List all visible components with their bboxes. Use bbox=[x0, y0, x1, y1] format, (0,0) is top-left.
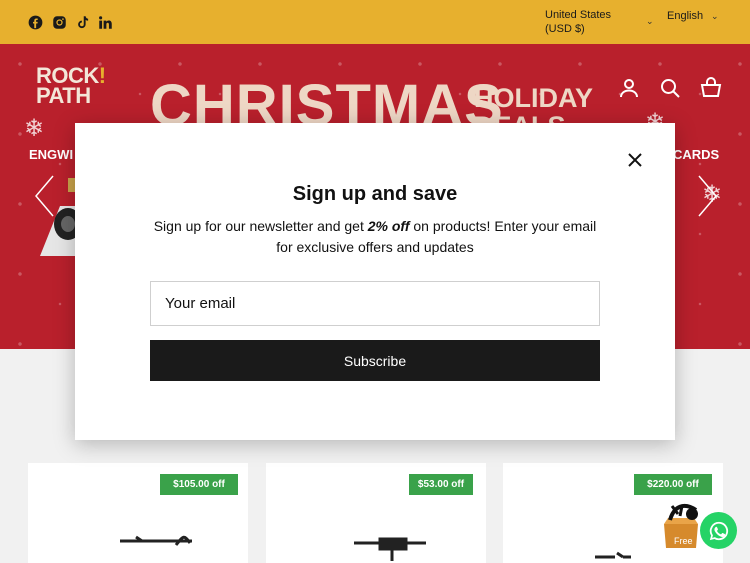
snowflake-icon: ❄ bbox=[24, 115, 45, 142]
modal-description: Sign up for our newsletter and get 2% of… bbox=[145, 216, 605, 258]
country-selector[interactable]: United States (USD $) bbox=[545, 8, 611, 36]
carousel-prev-arrow[interactable] bbox=[33, 174, 57, 218]
facebook-icon[interactable] bbox=[27, 14, 43, 30]
modal-discount-text: 2% off bbox=[367, 218, 410, 234]
linkedin-icon[interactable] bbox=[97, 14, 113, 30]
discount-badge: $220.00 off bbox=[634, 474, 712, 495]
whatsapp-icon bbox=[709, 521, 728, 540]
language-selector[interactable]: English bbox=[667, 10, 703, 22]
instagram-icon[interactable] bbox=[51, 14, 67, 30]
newsletter-modal: Sign up and save Sign up for our newslet… bbox=[75, 123, 675, 440]
modal-title: Sign up and save bbox=[292, 183, 458, 205]
nav-item[interactable]: CARDS bbox=[673, 147, 719, 162]
logo-mark: ! bbox=[98, 63, 106, 88]
scooter-image bbox=[352, 531, 428, 563]
scooter-image bbox=[593, 551, 633, 563]
logo-text: PATH bbox=[36, 83, 91, 108]
announcement-bar: United States (USD $) ⌄ English ⌄ bbox=[0, 0, 750, 44]
whatsapp-button[interactable] bbox=[700, 512, 737, 549]
account-icon[interactable] bbox=[617, 76, 641, 100]
search-icon[interactable] bbox=[658, 76, 682, 100]
carousel-next-arrow[interactable] bbox=[695, 174, 719, 218]
chevron-down-icon[interactable]: ⌄ bbox=[711, 11, 719, 22]
chevron-down-icon[interactable]: ⌄ bbox=[646, 16, 654, 27]
modal-description-text: Sign up for our newsletter and get bbox=[153, 218, 368, 234]
currency: (USD $) bbox=[545, 23, 585, 35]
subscribe-button[interactable]: Subscribe bbox=[150, 340, 600, 381]
hero-subtitle-line: HOLIDAY bbox=[474, 83, 594, 113]
nav-item[interactable]: ENGWI bbox=[29, 147, 73, 162]
tiktok-icon[interactable] bbox=[74, 14, 90, 30]
discount-badge: $53.00 off bbox=[409, 474, 473, 495]
discount-badge: $105.00 off bbox=[160, 474, 238, 495]
free-gift-label: Free bbox=[674, 536, 693, 546]
email-field[interactable] bbox=[150, 281, 600, 326]
cart-icon[interactable] bbox=[699, 76, 723, 100]
logo[interactable]: ROCK! PATH bbox=[36, 63, 106, 108]
country-name: United States bbox=[545, 9, 612, 21]
close-icon[interactable] bbox=[626, 151, 644, 169]
scooter-image bbox=[118, 531, 194, 563]
product-card[interactable]: $53.00 off bbox=[266, 463, 486, 563]
product-card[interactable]: $105.00 off bbox=[28, 463, 248, 563]
